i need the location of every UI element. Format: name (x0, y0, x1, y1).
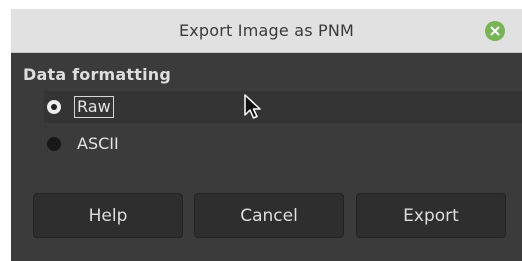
export-pnm-dialog: Export Image as PNM Data formatting Raw … (11, 9, 522, 261)
window-title: Export Image as PNM (178, 21, 355, 40)
radio-option-raw[interactable]: Raw (44, 91, 522, 123)
radio-button-raw[interactable] (47, 100, 61, 114)
radio-label-ascii: ASCII (77, 134, 119, 153)
title-bar: Export Image as PNM (11, 9, 522, 53)
export-button[interactable]: Export (356, 193, 506, 238)
radio-button-ascii[interactable] (47, 137, 61, 151)
help-button[interactable]: Help (33, 193, 183, 238)
data-formatting-label: Data formatting (23, 65, 172, 84)
cancel-button[interactable]: Cancel (194, 193, 344, 238)
radio-option-ascii[interactable]: ASCII (44, 128, 522, 160)
radio-label-raw: Raw (74, 96, 114, 118)
close-icon[interactable] (485, 21, 505, 41)
